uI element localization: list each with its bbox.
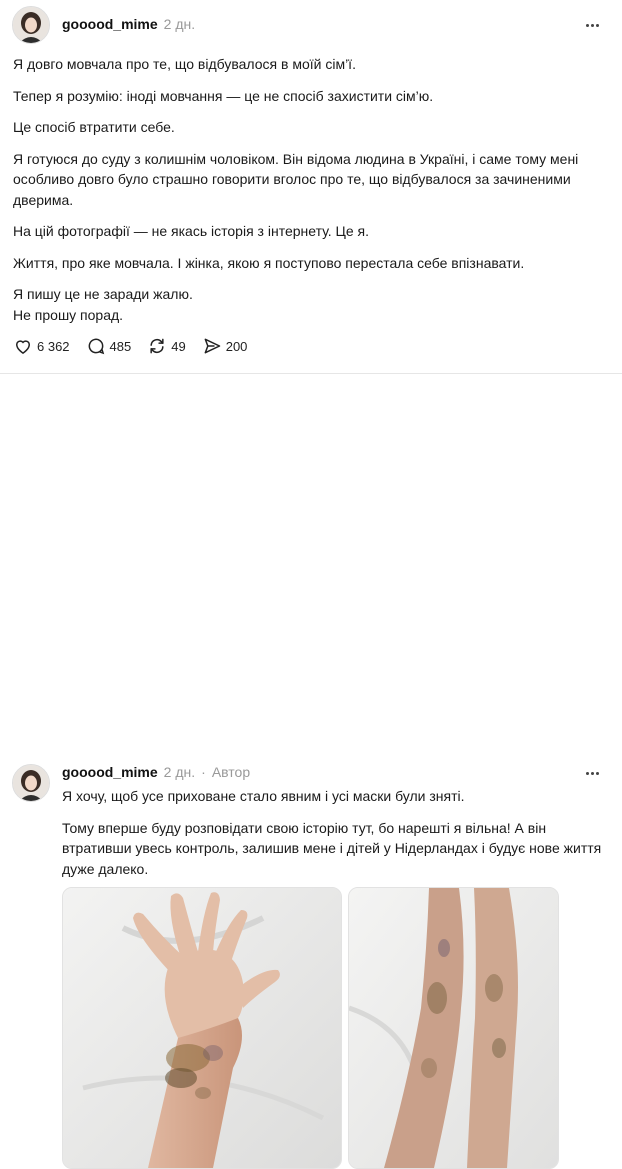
reply-paragraph: Тому вперше буду розповідати свою історі… xyxy=(62,819,602,877)
repost-arrows-icon xyxy=(147,336,167,356)
post-actions: 6 362 485 49 200 xyxy=(13,336,263,356)
avatar[interactable] xyxy=(12,764,50,802)
more-dots-icon[interactable] xyxy=(582,18,602,32)
reply-paragraph: Я хочу, щоб усе приховане стало явним і … xyxy=(62,788,465,804)
speech-bubble-icon xyxy=(86,336,106,356)
author-badge-separator: · xyxy=(201,764,206,780)
post-paragraph: Я готуюся до суду з колишнім чоловіком. … xyxy=(13,150,579,208)
post-time: 2 дн. xyxy=(163,16,196,32)
paper-plane-icon xyxy=(202,336,222,356)
more-dots-icon[interactable] xyxy=(582,766,602,780)
post-paragraph: Тепер я розумію: іноді мовчання — це не … xyxy=(13,87,434,104)
author-badge: Автор xyxy=(211,764,251,780)
main-post: gooood_mime 2 дн. Я довго мовчала про те… xyxy=(0,0,622,374)
avatar[interactable] xyxy=(12,6,50,44)
repost-button[interactable]: 49 xyxy=(147,336,186,356)
post-paragraph: На цій фотографії — не якась історія з і… xyxy=(13,223,370,239)
post-paragraph: Не прошу порад. xyxy=(13,306,124,323)
heart-icon xyxy=(13,336,33,356)
comment-count: 485 xyxy=(109,338,132,354)
photo-bruised-legs[interactable] xyxy=(348,887,559,1169)
reply-body: Я хочу, щоб усе приховане стало явним і … xyxy=(62,786,612,890)
post-paragraph: Я пишу це не заради жалю. xyxy=(13,286,193,302)
post-paragraph: Я довго мовчала про те, що відбувалося в… xyxy=(13,56,356,72)
share-button[interactable]: 200 xyxy=(202,336,248,356)
post-body: Я довго мовчала про те, що відбувалося в… xyxy=(13,54,603,325)
repost-count: 49 xyxy=(171,338,186,354)
like-button[interactable]: 6 362 xyxy=(13,336,70,356)
reply-time: 2 дн. xyxy=(163,764,196,780)
post-paragraph: Це спосіб втратити себе. xyxy=(13,119,175,135)
reply-author[interactable]: gooood_mime xyxy=(62,764,158,780)
like-count: 6 362 xyxy=(37,338,70,354)
comment-button[interactable]: 485 xyxy=(86,336,132,356)
share-count: 200 xyxy=(225,338,248,354)
photo-bruised-arm[interactable] xyxy=(62,887,342,1169)
post-author[interactable]: gooood_mime xyxy=(62,16,158,32)
post-paragraph: Життя, про яке мовчала. І жінка, якою я … xyxy=(13,254,525,271)
reply-photos xyxy=(62,887,559,1169)
